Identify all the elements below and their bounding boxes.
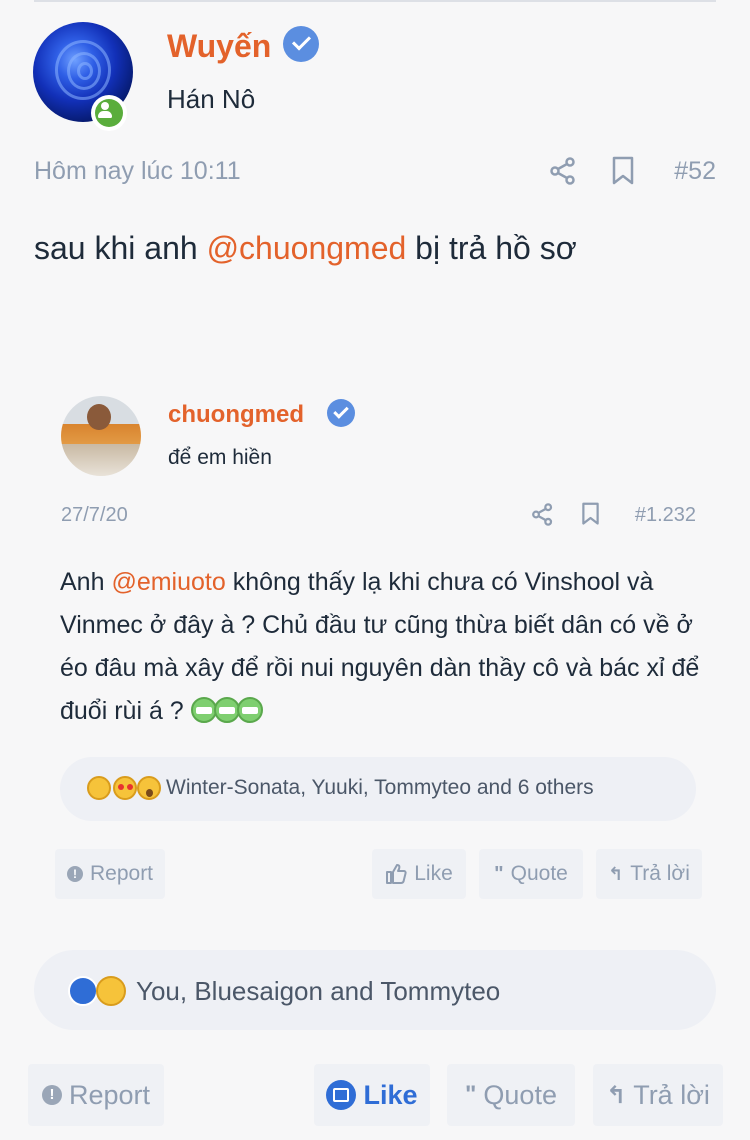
online-status-icon bbox=[91, 95, 127, 131]
heart-eyes-emoji-icon bbox=[113, 776, 137, 800]
quote-date[interactable]: 27/7/20 bbox=[61, 504, 128, 527]
like-label: Like bbox=[363, 1079, 418, 1110]
quote-quote-label: Quote bbox=[510, 862, 568, 885]
divider bbox=[34, 0, 716, 2]
report-icon: ! bbox=[66, 866, 83, 882]
like-icon bbox=[386, 864, 407, 884]
grin-emoji-icon bbox=[213, 697, 240, 723]
like-button[interactable]: Like bbox=[314, 1064, 430, 1126]
reply-button[interactable]: ↰ Trả lời bbox=[593, 1064, 723, 1126]
quote-reply-button[interactable]: ↰ Trả lời bbox=[596, 849, 702, 899]
post-reactions-text[interactable]: You, Bluesaigon and Tommyteo bbox=[136, 976, 500, 1007]
quote-author-title: để em hiền bbox=[168, 446, 272, 469]
quote-post-number[interactable]: #1.232 bbox=[635, 504, 696, 527]
mention-link[interactable]: @chuongmed bbox=[207, 230, 407, 266]
bookmark-icon[interactable] bbox=[581, 502, 600, 526]
post-text-before: sau khi anh bbox=[34, 230, 207, 266]
post-timestamp[interactable]: Hôm nay lúc 10:11 bbox=[34, 157, 241, 186]
quote-reply-label: Trả lời bbox=[630, 862, 690, 885]
quote-icon: " bbox=[494, 862, 504, 885]
post-text-after: bị trả hồ sơ bbox=[406, 230, 577, 266]
quote-button[interactable]: " Quote bbox=[447, 1064, 575, 1126]
quote-reactions-bar[interactable]: Winter-Sonata, Yuuki, Tommyteo and 6 oth… bbox=[60, 757, 696, 821]
author-title: Hán Nô bbox=[167, 84, 256, 114]
grin-emoji-icon bbox=[236, 697, 263, 723]
grin-emoji-icon bbox=[190, 697, 217, 723]
quote-quote-button[interactable]: " Quote bbox=[479, 849, 583, 899]
reply-icon: ↰ bbox=[608, 863, 624, 884]
quote-like-button[interactable]: Like bbox=[372, 849, 466, 899]
quote-body: Anh @emiuoto không thấy lạ khi chưa có V… bbox=[60, 561, 710, 733]
wow-emoji-icon bbox=[137, 776, 161, 800]
post-reactions-bar[interactable]: You, Bluesaigon and Tommyteo bbox=[34, 950, 716, 1030]
verified-badge-icon bbox=[327, 399, 355, 427]
quote-report-button[interactable]: ! Report bbox=[55, 849, 165, 899]
quote-reactions-text[interactable]: Winter-Sonata, Yuuki, Tommyteo and 6 oth… bbox=[166, 776, 594, 800]
share-icon[interactable] bbox=[550, 157, 576, 185]
post-text: sau khi anh @chuongmed bị trả hồ sơ bbox=[34, 230, 577, 267]
report-icon: ! bbox=[41, 1085, 62, 1105]
mention-link[interactable]: @emiuoto bbox=[111, 568, 225, 596]
verified-badge-icon bbox=[283, 26, 319, 62]
quote-label: Quote bbox=[483, 1079, 557, 1110]
laugh-emoji-icon bbox=[87, 776, 111, 800]
report-label: Report bbox=[68, 1079, 151, 1110]
quote-body-prefix: Anh bbox=[60, 568, 112, 596]
post-number[interactable]: #52 bbox=[674, 157, 716, 186]
quote-like-label: Like bbox=[414, 862, 453, 885]
like-icon bbox=[326, 1080, 357, 1110]
quote-icon: " bbox=[465, 1081, 477, 1108]
quote-author-avatar[interactable] bbox=[61, 396, 141, 476]
like-icon bbox=[68, 976, 98, 1006]
quote-author-name[interactable]: chuongmed bbox=[168, 401, 304, 429]
share-icon[interactable] bbox=[532, 503, 553, 526]
reply-label: Trả lời bbox=[633, 1079, 710, 1110]
bookmark-icon[interactable] bbox=[611, 156, 635, 186]
report-button[interactable]: ! Report bbox=[28, 1064, 164, 1126]
laugh-emoji-icon bbox=[96, 976, 126, 1006]
reply-icon: ↰ bbox=[606, 1081, 627, 1109]
quote-report-label: Report bbox=[89, 862, 154, 885]
author-name[interactable]: Wuyến bbox=[167, 28, 271, 65]
